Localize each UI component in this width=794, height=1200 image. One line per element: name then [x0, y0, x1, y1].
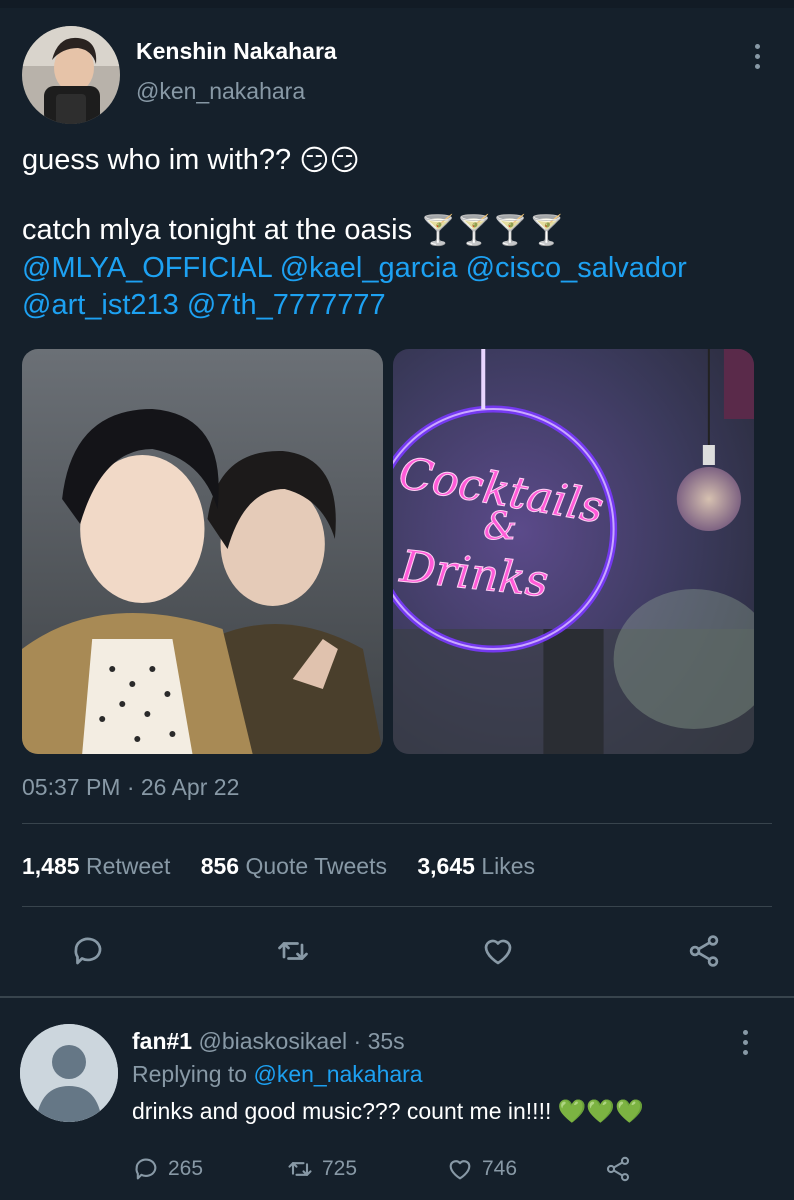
default-avatar-icon[interactable] — [20, 1024, 118, 1122]
reply-icon[interactable] — [70, 933, 106, 969]
retweet-icon — [288, 1162, 312, 1176]
neon-ampersand: & — [483, 504, 517, 548]
more-vertical-icon[interactable] — [738, 1030, 752, 1060]
likes-stat[interactable]: 3,645 Likes — [417, 853, 535, 879]
tweet-line-2: catch mlya tonight at the oasis 🍸🍸🍸🍸 — [22, 212, 782, 250]
reply-reply-count: 265 — [168, 1157, 204, 1180]
mention-link[interactable]: @7th_7777777 — [187, 289, 386, 321]
reply-author-handle[interactable]: @biaskosikael — [198, 1028, 347, 1054]
replying-to: Replying to @ken_nakahara — [132, 1061, 423, 1088]
green-heart-emoji: 💚💚💚 — [557, 1098, 644, 1124]
likes-label: Likes — [481, 853, 536, 879]
mentions-line-1: @MLYA_OFFICIAL @kael_garcia @cisco_salva… — [22, 250, 782, 287]
neon-sign-photo[interactable]: Cocktails & Drinks — [393, 349, 754, 754]
reply-reply-button[interactable]: 265 — [132, 1154, 203, 1184]
author-avatar[interactable] — [22, 26, 120, 124]
reply-icon — [135, 1158, 157, 1180]
mention-link[interactable]: @art_ist213 — [22, 289, 179, 321]
tweet-timestamp[interactable]: 05:37 PM · 26 Apr 22 — [22, 774, 239, 801]
reply-tweet[interactable]: fan#1 @biaskosikael · 35s Replying to @k… — [20, 1024, 780, 1200]
quotes-count: 856 — [200, 853, 240, 879]
smirk-emoji: 😏😏 — [299, 144, 360, 177]
mention-link[interactable]: @cisco_salvador — [466, 252, 687, 284]
tweet-stats: 1,485 Retweet 856 Quote Tweets 3,645 Lik… — [22, 853, 559, 880]
author-name[interactable]: Kenshin Nakahara — [136, 38, 337, 65]
replying-label: Replying to — [132, 1061, 248, 1087]
likes-count: 3,645 — [417, 853, 475, 879]
reply-share-button[interactable] — [604, 1154, 632, 1184]
reply-author-name[interactable]: fan#1 — [132, 1028, 192, 1054]
mention-link[interactable]: @MLYA_OFFICIAL — [22, 252, 272, 284]
reply-like-count: 746 — [482, 1157, 518, 1180]
tweet-line-1: guess who im with?? 😏😏 — [22, 142, 782, 180]
selfie-photo[interactable] — [22, 349, 383, 754]
cocktail-emoji: 🍸🍸🍸🍸 — [420, 214, 565, 247]
reply-time: · 35s — [353, 1028, 405, 1054]
mention-link[interactable]: @kael_garcia — [280, 252, 458, 284]
quotes-stat[interactable]: 856 Quote Tweets — [201, 853, 387, 879]
replying-handle[interactable]: @ken_nakahara — [253, 1061, 422, 1087]
reply-actions: 265 725 746 — [132, 1154, 692, 1184]
reply-text: drinks and good music??? count me in!!!!… — [132, 1098, 644, 1125]
reply-retweet-count: 725 — [322, 1157, 358, 1180]
share-icon — [606, 1156, 630, 1182]
tweet-line-2-text: catch mlya tonight at the oasis — [22, 213, 413, 246]
retweet-icon[interactable] — [275, 933, 311, 969]
reply-text-body: drinks and good music??? count me in!!!! — [132, 1098, 552, 1124]
tweet-line-1-text: guess who im with?? — [22, 144, 292, 176]
quotes-label: Quote Tweets — [245, 853, 387, 879]
tweet-body: guess who im with?? 😏😏 catch mlya tonigh… — [22, 142, 782, 324]
more-vertical-icon[interactable] — [750, 44, 764, 74]
like-icon[interactable] — [480, 933, 516, 969]
share-icon[interactable] — [686, 933, 722, 969]
divider — [22, 906, 772, 907]
retweets-count: 1,485 — [22, 853, 80, 879]
divider — [22, 823, 772, 824]
tweet-actions — [22, 933, 772, 973]
top-edge — [0, 0, 794, 8]
reply-retweet-button[interactable]: 725 — [286, 1154, 357, 1184]
tweet-media: Cocktails & Drinks — [22, 349, 754, 754]
tweet-header: Kenshin Nakahara @ken_nakahara — [22, 26, 772, 126]
reply-header: fan#1 @biaskosikael · 35s — [132, 1028, 405, 1055]
reply-like-button[interactable]: 746 — [446, 1154, 517, 1184]
like-icon — [449, 1160, 471, 1180]
mentions-line-2: @art_ist213 @7th_7777777 — [22, 287, 782, 324]
section-separator — [0, 996, 794, 998]
author-handle[interactable]: @ken_nakahara — [136, 78, 305, 105]
retweets-label: Retweet — [85, 853, 171, 879]
retweets-stat[interactable]: 1,485 Retweet — [22, 853, 170, 879]
